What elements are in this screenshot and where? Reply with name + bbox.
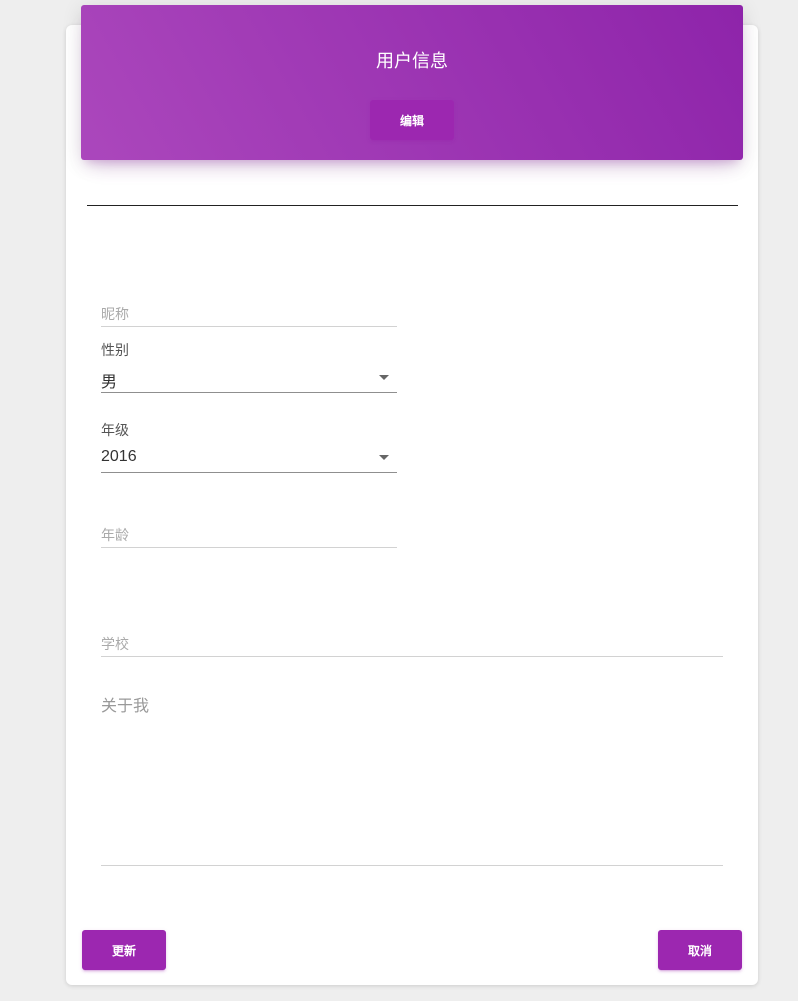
gender-select[interactable]: 性别 男 — [101, 338, 397, 393]
gender-label: 性别 — [101, 342, 129, 358]
age-placeholder: 年龄 — [101, 527, 129, 543]
nickname-placeholder: 昵称 — [101, 306, 129, 322]
about-underline — [101, 865, 723, 866]
gender-underline — [101, 392, 397, 393]
divider — [87, 205, 738, 206]
about-textarea[interactable]: 关于我 — [101, 692, 723, 866]
update-button[interactable]: 更新 — [82, 930, 166, 970]
grade-underline — [101, 472, 397, 473]
chevron-down-icon — [379, 375, 389, 380]
grade-select[interactable]: 年级 2016 — [101, 418, 397, 473]
chevron-down-icon — [379, 455, 389, 460]
card-header: 用户信息 编辑 — [81, 5, 743, 160]
nickname-field[interactable]: 昵称 — [101, 298, 397, 327]
cancel-button[interactable]: 取消 — [658, 930, 742, 970]
age-field[interactable]: 年龄 — [101, 519, 397, 548]
about-placeholder: 关于我 — [101, 698, 150, 715]
gender-value: 男 — [101, 374, 118, 391]
grade-value: 2016 — [101, 448, 137, 465]
school-placeholder: 学校 — [101, 636, 129, 652]
age-underline — [101, 547, 397, 548]
school-underline — [101, 656, 723, 657]
school-field[interactable]: 学校 — [101, 628, 723, 657]
grade-label: 年级 — [101, 422, 129, 438]
card-title: 用户信息 — [376, 51, 448, 71]
edit-button[interactable]: 编辑 — [370, 100, 454, 140]
nickname-underline — [101, 326, 397, 327]
